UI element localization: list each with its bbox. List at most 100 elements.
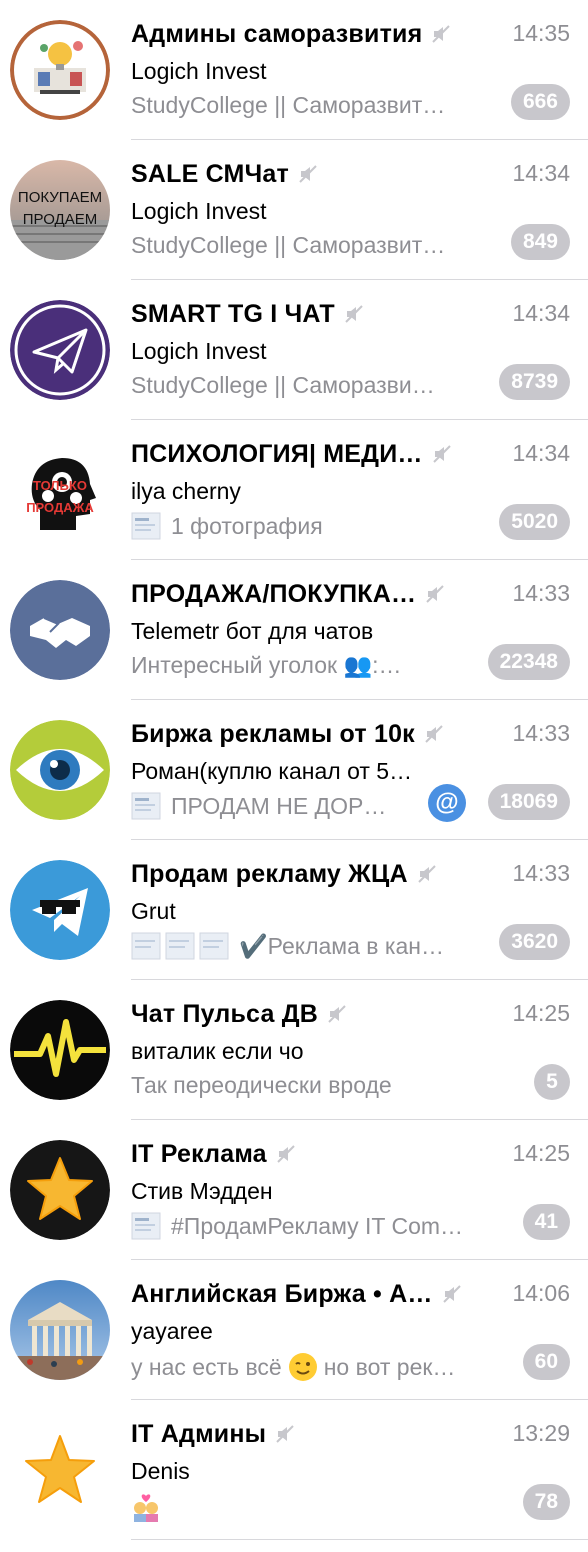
muted-icon [432,445,451,463]
pulse-avatar [10,1000,110,1100]
chat-title-container: Английская Биржа • А… [131,1276,463,1312]
last-sender: Logich Invest [131,198,267,224]
chat-title-container: SMART TG I ЧАТ [131,296,365,332]
chat-row-ad-exchange[interactable]: Биржа рекламы от 10к 14:33 Роман(куплю к… [0,700,588,840]
chat-time: 14:33 [512,580,570,606]
chat-title: ПСИХОЛОГИЯ| МЕДИ… [131,439,423,468]
preview-text-part1: у нас есть всё [131,1353,282,1380]
chat-row-admins-selfdev[interactable]: Админы саморазвития 14:35 Logich Invest … [0,0,588,140]
chat-time: 14:33 [512,860,570,886]
preview-text: StudyCollege || Саморазви… [131,372,435,398]
last-sender: виталик если чо [131,1038,304,1064]
muted-icon [417,865,436,883]
last-sender: Telemetr бот для чатов [131,618,374,644]
message-preview: ✔️Реклама в кан… [131,932,444,960]
unread-badge: 3620 [499,924,570,960]
star-dark-avatar [10,1140,110,1240]
muted-icon [426,585,444,603]
avatar-text-line1: ПОКУПАЕМ [18,189,102,206]
last-sender: Стив Мэдден [131,1178,273,1204]
chat-title: Биржа рекламы от 10к [131,719,415,748]
chat-time: 13:29 [512,1420,570,1446]
chat-row-sell-ads[interactable]: Продам рекламу ЖЦА 14:33 Grut ✔️Реклама … [0,840,588,980]
chat-title-container: Продам рекламу ЖЦА [131,856,438,892]
message-preview: StudyCollege || Саморазви… [131,372,435,399]
last-sender: Grut [131,898,176,924]
chat-row-pulse-dv[interactable]: Чат Пульса ДВ 14:25 виталик если чо Так … [0,980,588,1120]
chat-time: 14:25 [512,1140,570,1166]
photo-thumbnail-icon [131,1212,161,1240]
photo-thumbnail-icon [131,792,161,820]
avatar-text-line2: ПРОДАЕМ [23,211,97,228]
chat-row-buy-sell[interactable]: ПРОДАЖА/ПОКУПКА… 14:33 Telemetr бот для … [0,560,588,700]
chat-title: Продам рекламу ЖЦА [131,859,408,888]
paper-plane-avatar [10,300,110,400]
chat-title-container: Биржа рекламы от 10к [131,716,445,752]
last-sender: Logich Invest [131,338,267,364]
photo-thumbnail-icon [199,932,229,960]
preview-text-part2: но вот рек… [323,1353,456,1380]
chat-title-container: IT Админы [131,1416,296,1452]
message-preview: ПРОДАМ НЕ ДОР… [131,792,386,820]
unread-badge: 18069 [487,784,570,820]
muted-icon [345,305,363,323]
chat-title: Админы саморазвития [131,19,423,48]
last-sender: ilya cherny [131,478,241,504]
chat-title: Чат Пульса ДВ [131,999,318,1028]
chat-time: 14:34 [512,300,570,326]
unread-badge: 60 [522,1344,570,1380]
chat-title: Английская Биржа • А… [131,1279,433,1308]
preview-text: Так переодически вроде [131,1072,392,1098]
admins-selfdev-avatar [10,20,110,120]
preview-text: 1 фотография [171,512,323,539]
last-sender: Роман(куплю канал от 5… [131,758,413,784]
chat-title: SMART TG I ЧАТ [131,299,335,328]
chat-title-container: IT Реклама [131,1136,297,1172]
chat-title: IT Реклама [131,1139,267,1168]
muted-icon [277,1145,295,1163]
chat-row-it-ads[interactable]: IT Реклама 14:25 Стив Мэдден #ПродамРекл… [0,1120,588,1260]
wink-emoji-icon [288,1353,317,1381]
chat-title: SALE СМЧат [131,159,289,188]
chat-time: 14:33 [512,720,570,746]
muted-icon [442,1285,461,1303]
preview-text: #ПродамРекламу IT Com… [171,1212,464,1239]
couple-heart-emoji-icon [134,1494,158,1522]
unread-badge: 5020 [499,504,570,540]
separator [131,1539,588,1540]
chat-row-psychology[interactable]: ТОЛЬКО ПРОДАЖА ПСИХОЛОГИЯ| МЕДИ… 14:34 i… [0,420,588,560]
chat-row-english-exchange[interactable]: Английская Биржа • А… 14:06 yayaree у на… [0,1260,588,1400]
avatar-text-line2: ПРОДАЖА [26,500,94,515]
chat-row-sale-smchat[interactable]: ПОКУПАЕМ ПРОДАЕМ SALE СМЧат 14:34 Logich… [0,140,588,280]
message-preview [131,1492,167,1522]
muted-icon [328,1005,346,1023]
chat-title-container: ПСИХОЛОГИЯ| МЕДИ… [131,436,453,472]
photo-thumbnail-icon [165,932,195,960]
chat-title: ПРОДАЖА/ПОКУПКА… [131,579,417,608]
chat-title-container: Чат Пульса ДВ [131,996,348,1032]
muted-icon [432,25,451,43]
buy-sell-avatar: ПОКУПАЕМ ПРОДАЕМ [10,160,110,260]
unread-badge: 666 [510,84,570,120]
eye-avatar [10,720,110,820]
head-gears-avatar: ТОЛЬКО ПРОДАЖА [10,440,110,540]
message-preview: Интересный уголок 👥:… [131,652,401,679]
muted-icon [276,1425,294,1443]
exchange-building-avatar [10,1280,110,1380]
preview-text: ✔️Реклама в кан… [239,932,444,959]
muted-icon [425,725,443,743]
telegram-glasses-avatar [10,860,110,960]
chat-row-smart-tg[interactable]: SMART TG I ЧАТ 14:34 Logich Invest Study… [0,280,588,420]
chat-title: IT Админы [131,1419,267,1448]
chat-row-it-admins[interactable]: IT Админы 13:29 Denis 78 [0,1400,588,1540]
muted-icon [299,165,317,183]
chat-time: 14:06 [512,1280,570,1306]
message-preview: 1 фотография [131,512,323,540]
unread-badge: 849 [510,224,570,260]
preview-text: Интересный уголок 👥:… [131,652,402,678]
message-preview: у нас есть всё но вот рек… [131,1352,455,1382]
chat-time: 14:25 [512,1000,570,1026]
chat-title-container: SALE СМЧат [131,156,319,192]
preview-text: StudyCollege || Саморазвит… [131,92,446,118]
last-sender: Denis [131,1458,190,1484]
